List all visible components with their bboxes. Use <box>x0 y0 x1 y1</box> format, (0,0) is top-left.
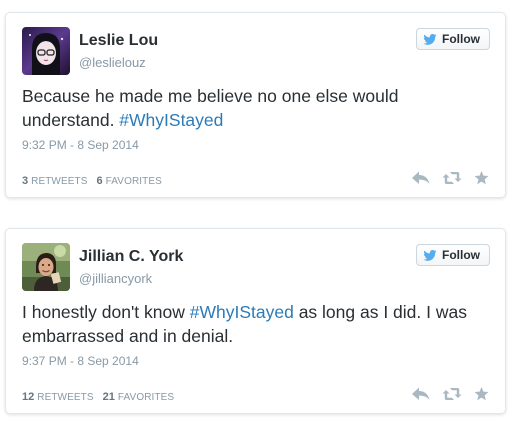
user-name[interactable]: Jillian C. York <box>79 248 183 266</box>
retweets-count: 12 <box>22 391 35 403</box>
twitter-bird-icon <box>423 249 437 261</box>
user-handle[interactable]: @jilliancyork <box>79 271 152 286</box>
reply-icon[interactable] <box>412 171 430 185</box>
tweet-timestamp[interactable]: 9:32 PM - 8 Sep 2014 <box>22 138 139 152</box>
follow-button[interactable]: Follow <box>416 28 490 50</box>
tweet-text: I honestly don't know #WhyIStayed as lon… <box>22 300 492 348</box>
hashtag-link[interactable]: #WhyIStayed <box>119 110 223 130</box>
twitter-bird-icon <box>423 33 437 45</box>
tweet-actions <box>412 387 489 401</box>
hashtag-link[interactable]: #WhyIStayed <box>190 302 294 322</box>
tweet-actions <box>412 171 489 185</box>
tweet-stats: 12 RETWEETS 21 FAVORITES <box>22 391 174 403</box>
retweets-label: RETWEETS <box>31 176 88 187</box>
favorites-label: FAVORITES <box>117 392 175 403</box>
avatar[interactable] <box>22 27 70 75</box>
retweets-stat[interactable]: 3 RETWEETS <box>22 175 87 187</box>
tweet-text-before: I honestly don't know <box>22 302 190 322</box>
retweet-icon[interactable] <box>442 387 462 401</box>
retweets-count: 3 <box>22 175 29 187</box>
favorite-icon[interactable] <box>474 171 489 185</box>
tweet-timestamp[interactable]: 9:37 PM - 8 Sep 2014 <box>22 354 139 368</box>
favorites-label: FAVORITES <box>105 176 162 187</box>
follow-button[interactable]: Follow <box>416 244 490 266</box>
user-handle[interactable]: @leslielouz <box>79 55 146 70</box>
retweet-icon[interactable] <box>442 171 462 185</box>
follow-label: Follow <box>442 32 480 46</box>
user-name[interactable]: Leslie Lou <box>79 32 158 50</box>
tweet-card-1: Leslie Lou @leslielouz Follow Because he… <box>5 12 506 198</box>
retweets-stat[interactable]: 12 RETWEETS <box>22 391 94 403</box>
retweets-label: RETWEETS <box>37 392 94 403</box>
reply-icon[interactable] <box>412 387 430 401</box>
favorites-stat[interactable]: 21 FAVORITES <box>103 391 175 403</box>
tweet-card-2: Jillian C. York @jilliancyork Follow I h… <box>5 228 506 414</box>
avatar[interactable] <box>22 243 70 291</box>
favorite-icon[interactable] <box>474 387 489 401</box>
favorites-count: 21 <box>102 391 115 403</box>
tweet-stats: 3 RETWEETS 6 FAVORITES <box>22 175 162 187</box>
tweet-text: Because he made me believe no one else w… <box>22 84 492 132</box>
follow-label: Follow <box>442 248 480 262</box>
favorites-count: 6 <box>96 175 103 187</box>
favorites-stat[interactable]: 6 FAVORITES <box>96 175 161 187</box>
